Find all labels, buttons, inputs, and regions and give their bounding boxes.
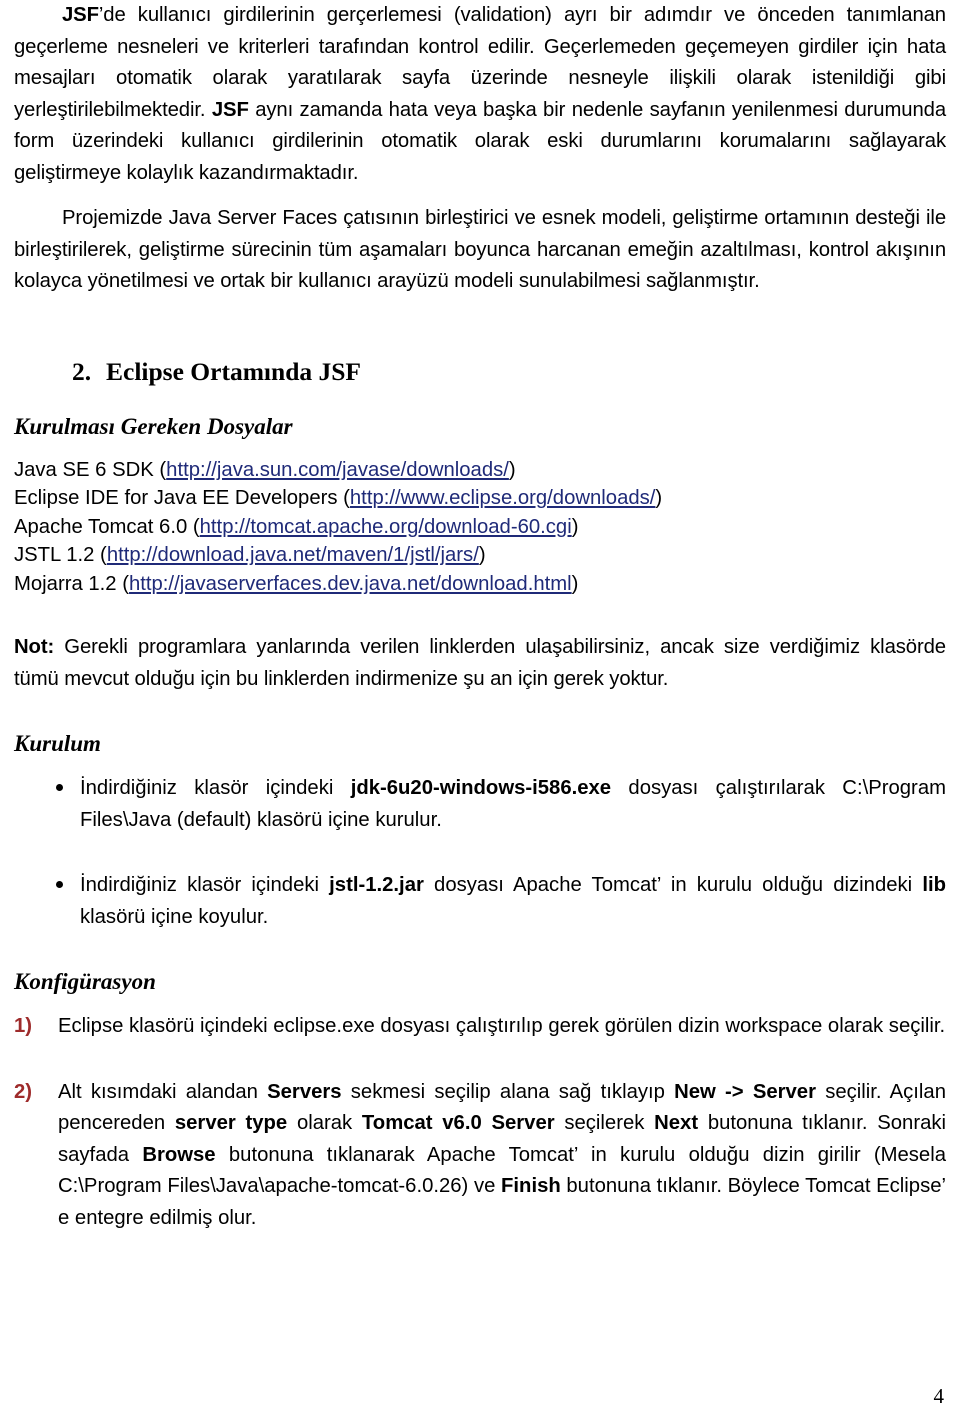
list-item: Eclipse IDE for Java EE Developers (http… (14, 484, 946, 513)
paragraph-jsf-validation: JSF’de kullanıcı girdilerinin gerçerleme… (14, 0, 946, 189)
download-file-list: Java SE 6 SDK (http://java.sun.com/javas… (14, 456, 946, 599)
file-label: Java SE 6 SDK ( (14, 458, 167, 481)
paragraph-projemizde: Projemizde Java Server Faces çatısının b… (14, 207, 946, 292)
section-number: 2. (72, 356, 92, 386)
step-folder-lib: lib (922, 874, 946, 897)
bold-jsf-mid: JSF (211, 98, 249, 121)
list-item: Mojarra 1.2 (http://javaserverfaces.dev.… (14, 570, 946, 599)
paren-close: ) (655, 487, 663, 510)
config-bold-servers: Servers (267, 1080, 342, 1103)
list-item: 1) Eclipse klasörü içindeki eclipse.exe d… (14, 1011, 946, 1043)
section-title: Eclipse Ortamında JSF (106, 356, 362, 386)
bullet-icon (56, 881, 63, 889)
document-page: JSF’de kullanıcı girdilerinin gerçerleme… (0, 0, 960, 1419)
config-bold-browse: Browse (142, 1143, 216, 1166)
list-item: Apache Tomcat 6.0 (http://tomcat.apache.… (14, 513, 946, 542)
config-bold-server-type: server type (174, 1112, 288, 1135)
section-heading-eclipse-ortaminda-jsf: 2. Eclipse Ortamında JSF (14, 356, 946, 388)
file-label: Apache Tomcat 6.0 ( (14, 515, 200, 538)
config-steps-list: 1) Eclipse klasörü içindeki eclipse.exe d… (14, 1011, 946, 1234)
step-filename-jdk: jdk-6u20-windows-i586.exe (350, 777, 612, 800)
config-text-4: olarak (287, 1112, 362, 1135)
paragraph-note: Not: Gerekli programlara yanlarında veri… (14, 632, 946, 695)
download-link[interactable]: http://download.java.net/maven/1/jstl/ja… (107, 544, 479, 566)
config-bold-tomcat-v60: Tomcat v6.0 Server (361, 1112, 555, 1135)
download-link[interactable]: http://java.sun.com/javase/downloads/ (166, 459, 509, 481)
paren-close: ) (571, 515, 579, 538)
install-steps-list: İndirdiğiniz klasör içindeki jdk-6u20-wi… (14, 773, 946, 933)
list-item: JSTL 1.2 (http://download.java.net/maven… (14, 541, 946, 570)
note-label: Not: (14, 636, 55, 659)
list-item: 2) Alt kısımdaki alandan Servers sekmesi … (14, 1077, 946, 1235)
paren-close: ) (478, 544, 486, 567)
paren-close: ) (508, 458, 516, 481)
config-text-2: sekmesi seçilip alana sağ tıklayıp (341, 1080, 675, 1103)
step-text-mid: dosyası Apache Tomcat’ in kurulu olduğu … (423, 874, 923, 897)
config-text-1: Alt kısımdaki alandan (58, 1080, 268, 1103)
config-bold-finish: Finish (501, 1175, 561, 1198)
file-label: JSTL 1.2 ( (14, 544, 107, 567)
page-number: 4 (933, 1384, 945, 1408)
download-link[interactable]: http://www.eclipse.org/downloads/ (350, 487, 656, 509)
step-text-pre: İndirdiğiniz klasör içindeki (80, 874, 330, 897)
step-text-pre: İndirdiğiniz klasör içindeki (80, 777, 351, 800)
bullet-icon (56, 784, 63, 792)
list-item: İndirdiğiniz klasör içindeki jdk-6u20-wi… (14, 773, 946, 836)
config-step-text: Eclipse klasörü içindeki eclipse.exe dos… (58, 1015, 946, 1038)
list-marker: 1) (14, 1015, 33, 1038)
list-item: İndirdiğiniz klasör içindeki jstl-1.2.ja… (14, 870, 946, 933)
config-bold-new-server: New -> Server (674, 1080, 816, 1103)
config-bold-next: Next (654, 1112, 699, 1135)
list-marker: 2) (14, 1080, 33, 1103)
list-item: Java SE 6 SDK (http://java.sun.com/javas… (14, 456, 946, 485)
subheading-kurulmasi-gereken-dosyalar: Kurulması Gereken Dosyalar (14, 413, 293, 439)
file-label: Eclipse IDE for Java EE Developers ( (14, 487, 350, 510)
file-label: Mojarra 1.2 ( (14, 572, 129, 595)
subheading-kurulum: Kurulum (14, 731, 101, 757)
step-filename-jstl: jstl-1.2.jar (329, 874, 424, 897)
bold-jsf-lead: JSF (62, 4, 99, 26)
step-text-post: klasörü içine koyulur. (80, 905, 269, 928)
download-link[interactable]: http://tomcat.apache.org/download-60.cgi (200, 516, 572, 538)
config-text-5: seçilerek (554, 1112, 655, 1135)
subheading-konfigurasyon: Konfigürasyon (14, 969, 156, 995)
paren-close: ) (571, 572, 579, 595)
note-text: Gerekli programlara yanlarında verilen l… (14, 636, 946, 690)
download-link[interactable]: http://javaserverfaces.dev.java.net/down… (129, 573, 572, 595)
